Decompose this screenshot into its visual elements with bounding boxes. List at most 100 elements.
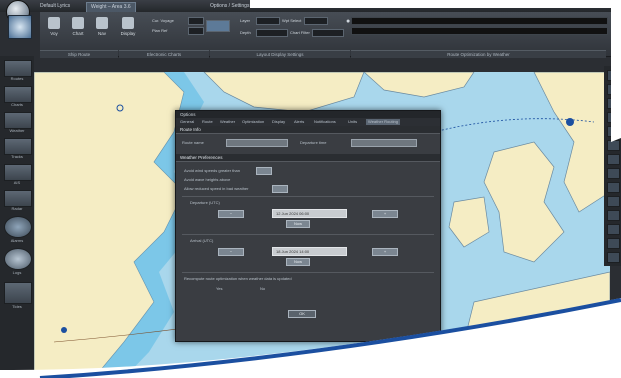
tab-notifications[interactable]: Notifications [314, 119, 336, 125]
group-departure-label: Departure (UTC) [190, 200, 220, 205]
title-bar: Default Lyrics Weight – Area 3.6 Options… [0, 0, 621, 13]
weather-prefs-body: Avoid wind speeds greater than Avoid wav… [176, 162, 440, 332]
sidebar-item-logs[interactable] [4, 248, 32, 270]
sidebar-label-tides: Tides [12, 304, 22, 309]
layers-icon[interactable] [607, 126, 620, 137]
display-icon [122, 17, 134, 29]
anchor-icon[interactable] [607, 168, 620, 179]
zoom-out-icon[interactable] [607, 84, 620, 95]
option-waves[interactable]: Avoid wave heights above [184, 177, 230, 182]
dialog-tabs: General Route Weather Optimization Displ… [176, 118, 440, 126]
route-info-body: Route name Departure time [176, 134, 440, 154]
chart-button[interactable]: Chart [68, 17, 88, 36]
sidebar-label-radar: Radar [11, 206, 23, 211]
field-input-e[interactable] [256, 29, 288, 37]
tab-weather[interactable]: Weather [220, 119, 235, 125]
section-route-info: Route Info [176, 126, 440, 134]
sidebar-label-ais: AIS [13, 180, 21, 185]
tab-alerts[interactable]: Alerts [294, 119, 304, 125]
speed-value-input[interactable] [272, 185, 288, 193]
option-reduced-speed[interactable]: Allow reduced speed in bad weather [184, 186, 249, 191]
ship-icon[interactable] [607, 154, 620, 165]
print-icon[interactable] [607, 196, 620, 207]
sidebar-item-ais[interactable] [4, 164, 32, 181]
tab-default[interactable]: Default Lyrics [36, 2, 74, 11]
group-electronic-charts: Electronic Charts [119, 50, 209, 58]
sidebar-item-alarms[interactable] [4, 216, 32, 238]
info-icon[interactable] [607, 224, 620, 235]
help-icon[interactable] [607, 252, 620, 263]
nav-button[interactable]: Nav [92, 17, 112, 36]
departure-minus-button[interactable]: − [218, 210, 244, 218]
label-route-name: Route name [182, 140, 204, 145]
right-toolbar [604, 66, 621, 266]
voyage-button[interactable]: Voy [44, 17, 64, 36]
tab-units[interactable]: Units [348, 119, 357, 125]
radio-yes[interactable]: Yes [216, 286, 223, 291]
nav-icon [96, 17, 108, 29]
departure-now-button[interactable]: Now [286, 220, 310, 228]
weather-overlay-icon[interactable] [607, 140, 620, 151]
departure-combo[interactable]: 12 Jun 2024 06:00 [272, 209, 347, 218]
field-input-f[interactable] [312, 29, 344, 37]
display-button[interactable]: Display [118, 17, 138, 36]
pan-icon[interactable] [607, 98, 620, 109]
arrival-now-button[interactable]: Now [286, 258, 310, 266]
section-weather-prefs: Weather Preferences [176, 154, 440, 162]
compass-icon[interactable] [607, 182, 620, 193]
wind-value-input[interactable] [256, 167, 272, 175]
footer-option-text: Recompute route optimization when weathe… [184, 276, 292, 281]
sidebar-label-charts: Charts [11, 102, 23, 107]
ship-route-icon[interactable] [8, 15, 32, 39]
progress-track-lower [351, 27, 608, 35]
option-wind[interactable]: Avoid wind speeds greater than [184, 168, 240, 173]
measure-icon[interactable] [607, 112, 620, 123]
arrival-plus-button[interactable]: + [372, 248, 398, 256]
field-input-c[interactable] [256, 17, 280, 25]
tab-general[interactable]: General [180, 119, 194, 125]
arrival-minus-button[interactable]: − [218, 248, 244, 256]
tab-optimization[interactable]: Optimization [242, 119, 264, 125]
left-sidebar: Routes Charts Weather Tracks AIS Radar A… [0, 56, 34, 378]
arrival-combo[interactable]: 18 Jun 2024 14:00 [272, 247, 347, 256]
star-icon[interactable]: ● [346, 18, 350, 25]
field-label-a: Cur. Voyage [152, 18, 174, 23]
ok-button[interactable]: OK [288, 310, 316, 318]
settings-icon[interactable] [607, 238, 620, 249]
field-label-f: Chart Filter [290, 30, 310, 35]
group-route-optimization: Route Optimization by Weather [351, 50, 606, 58]
group-arrival-label: Arrival (UTC) [190, 238, 214, 243]
field-label-d: Wpt Select [282, 18, 302, 23]
tab-weather-routing[interactable]: Weather Routing [366, 119, 400, 125]
dialog-title: Options [176, 111, 440, 118]
progress-track-upper [351, 17, 608, 25]
sidebar-item-charts[interactable] [4, 86, 32, 103]
sidebar-label-tracks: Tracks [11, 154, 23, 159]
sidebar-item-weather[interactable] [4, 112, 32, 129]
zoom-in-icon[interactable] [607, 70, 620, 81]
options-dialog: Options General Route Weather Optimizati… [175, 110, 441, 342]
tab-display[interactable]: Display [272, 119, 285, 125]
tab-route[interactable]: Route [202, 119, 213, 125]
field-input-b[interactable] [188, 27, 204, 35]
sidebar-item-routes[interactable] [4, 60, 32, 77]
departure-time-input[interactable] [351, 139, 417, 147]
route-name-input[interactable] [226, 139, 288, 147]
sidebar-item-tracks[interactable] [4, 138, 32, 155]
tab-options[interactable]: Options / Settings [206, 2, 253, 11]
grid-icon[interactable] [607, 210, 620, 221]
field-input-d[interactable] [304, 17, 328, 25]
label-departure-time: Departure time [300, 140, 327, 145]
separator-1 [182, 196, 434, 197]
sidebar-item-radar[interactable] [4, 190, 32, 207]
departure-plus-button[interactable]: + [372, 210, 398, 218]
field-label-c: Layer [240, 18, 251, 23]
radio-no[interactable]: No [260, 286, 265, 291]
field-input-a[interactable] [188, 17, 204, 25]
apply-button[interactable] [206, 20, 230, 32]
sidebar-label-routes: Routes [10, 76, 24, 81]
sidebar-label-alarms: Alarms [10, 238, 24, 243]
separator-2 [182, 234, 434, 235]
field-label-e: Depth [240, 30, 251, 35]
sidebar-item-tides[interactable] [4, 282, 32, 304]
